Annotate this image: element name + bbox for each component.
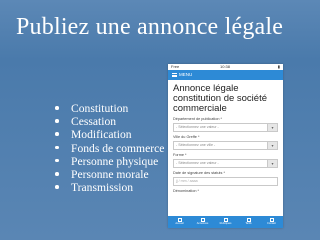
date-input[interactable]: jj / mm / aaaa: [173, 177, 278, 186]
bullet-text: Transmission: [71, 181, 134, 195]
bullet-item: Cessation: [54, 115, 164, 128]
slide-title: Publiez une annonce légale: [16, 14, 284, 40]
bullet-list: Constitution Cessation Modification Fond…: [54, 102, 164, 194]
bullet-item: Personne physique: [54, 155, 164, 168]
form-type-select-value: - Sélectionnez une valeur -: [176, 161, 219, 165]
bullet-text: Personne physique: [71, 154, 159, 168]
bullet-item: Transmission: [54, 181, 164, 194]
bullet-icon: [55, 185, 59, 189]
menu-button[interactable]: MENU: [179, 72, 192, 78]
tab-rubriques[interactable]: Rubriques: [220, 217, 232, 227]
form-title: Annonce légale constitution de société c…: [173, 83, 268, 114]
bullet-text: Personne morale: [71, 168, 149, 182]
app-navbar: MENU: [168, 70, 283, 80]
tab-tarifs[interactable]: Tarifs: [243, 217, 255, 227]
bullet-icon: [55, 172, 59, 176]
city-select[interactable]: - Sélectionnez une ville - ▾: [173, 141, 278, 150]
bullet-icon: [55, 119, 59, 123]
tab-label: Accueil: [175, 222, 184, 225]
city-select-value: - Sélectionnez une ville -: [176, 143, 216, 147]
phone-screenshot: Free 10:38 ▮ MENU Annonce légale constit…: [168, 64, 283, 228]
tab-label: Annonces: [196, 222, 209, 225]
bullet-text: Modification: [71, 128, 132, 142]
name-label: Dénomination *: [173, 189, 199, 193]
bullet-item: Fonds de commerce: [54, 142, 164, 155]
bullet-icon: [55, 132, 59, 136]
bullet-item: Modification: [54, 128, 164, 141]
tab-label: Tarifs: [245, 222, 252, 225]
bullet-icon: [55, 158, 59, 163]
bullet-icon: [55, 106, 59, 110]
form-type-select[interactable]: - Sélectionnez une valeur - ▾: [173, 159, 278, 168]
chevron-down-icon: ▾: [267, 142, 277, 149]
department-label: Département de publication *: [173, 117, 222, 121]
bullet-item: Personne morale: [54, 168, 164, 181]
tab-label: Rubriques: [219, 222, 232, 225]
date-label: Date de signature des statuts *: [173, 171, 225, 175]
tab-annonces[interactable]: Annonces: [197, 217, 209, 227]
bullet-icon: [55, 145, 59, 150]
bullet-text: Fonds de commerce: [71, 141, 165, 155]
chevron-down-icon: ▾: [267, 124, 277, 131]
bullet-text: Constitution: [71, 102, 129, 115]
bullet-item: Constitution: [54, 102, 164, 115]
app-tabbar: Accueil Annonces Rubriques Tarifs Contac…: [168, 216, 283, 228]
chevron-down-icon: ▾: [267, 160, 277, 167]
form-type-label: Forme *: [173, 153, 187, 157]
department-select[interactable]: - Sélectionnez une valeur - ▾: [173, 123, 278, 132]
tab-contact[interactable]: Contact: [266, 217, 278, 227]
city-label: Ville du Greffe *: [173, 135, 200, 139]
tab-accueil[interactable]: Accueil: [174, 217, 186, 227]
tab-label: Contact: [267, 222, 276, 225]
department-select-value: - Sélectionnez une valeur -: [176, 125, 219, 129]
hamburger-menu-icon[interactable]: [172, 73, 177, 77]
bullet-text: Cessation: [71, 115, 117, 129]
